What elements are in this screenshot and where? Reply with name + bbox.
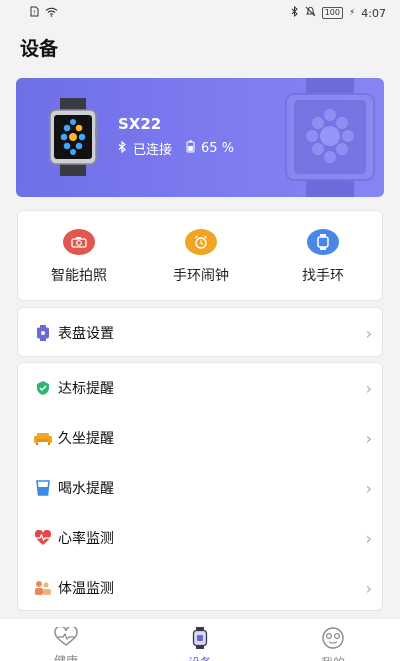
heart-rate-icon [34,529,52,547]
list-item-label: 喝水提醒 [58,481,114,497]
nav-profile[interactable]: 我的 [293,627,373,661]
quick-actions-panel: 智能拍照 手环闹钟 找手环 [17,210,383,301]
find-band-label: 找手环 [302,268,344,284]
nav-health-label: 健康 [53,654,78,661]
shield-check-icon [34,379,52,397]
svg-text:!: ! [33,10,35,17]
goal-reminder-row[interactable]: 达标提醒 › [18,363,384,413]
list-item-label: 达标提醒 [58,381,114,397]
connection-status: 已连接 [133,143,173,158]
settings-list: 达标提醒 › 久坐提醒 › 喝水提醒 › 心率监测 › 体温监测 › [17,362,383,611]
sedentary-reminder-row[interactable]: 久坐提醒 › [18,413,384,463]
nav-health[interactable]: 健康 [26,625,106,661]
chevron-right-icon: › [365,323,372,343]
dial-setting-label: 表盘设置 [58,326,114,342]
sofa-icon [34,429,52,447]
temperature-row[interactable]: 体温监测 › [18,563,384,613]
battery-indicator: 100 [321,7,343,19]
list-item-label: 体温监测 [58,581,114,597]
alarm-clock-icon [185,229,217,255]
device-name: SX22 [118,115,162,133]
chevron-right-icon: › [365,528,372,548]
bluetooth-icon [291,5,299,20]
camera-icon [63,229,95,255]
dial-setting-row[interactable]: 表盘设置 › [18,308,384,358]
watch-face-icon [34,324,52,342]
nav-device[interactable]: 设备 [160,627,240,661]
status-time: 4:07 [361,6,386,20]
sim-icon: ! [30,6,39,20]
bluetooth-icon [118,140,127,157]
band-alarm-label: 手环闹钟 [173,268,229,284]
nav-profile-label: 我的 [293,654,373,661]
bottom-nav: 健康 设备 我的 [0,618,400,661]
device-battery: 65 % [201,141,235,156]
list-item-label: 心率监测 [58,531,114,547]
device-status: 已连接 65 % [118,139,234,158]
dial-setting-panel: 表盘设置 › [17,307,383,357]
battery-icon [186,140,195,157]
smart-photo-label: 智能拍照 [51,268,107,284]
heart-rate-row[interactable]: 心率监测 › [18,513,384,563]
find-band-button[interactable]: 找手环 [268,229,378,285]
wifi-icon [45,7,58,20]
profile-icon [320,627,346,652]
nav-device-label: 设备 [160,654,240,661]
smartwatch-icon [48,98,98,180]
chevron-right-icon: › [365,578,372,598]
chevron-right-icon: › [365,428,372,448]
cup-icon [34,479,52,497]
list-item-label: 久坐提醒 [58,431,114,447]
status-bar: ! 100 ⚡ 4:07 [0,0,400,26]
smart-photo-button[interactable]: 智能拍照 [24,229,134,285]
watch-watermark-icon [282,78,378,197]
chevron-right-icon: › [365,378,372,398]
page-title: 设备 [20,38,59,60]
heart-icon [53,625,79,650]
drink-reminder-row[interactable]: 喝水提醒 › [18,463,384,513]
mute-bell-icon [305,6,316,20]
temperature-icon [34,579,52,597]
band-alarm-button[interactable]: 手环闹钟 [146,229,256,285]
band-icon [307,229,339,255]
chevron-right-icon: › [365,478,372,498]
charging-icon: ⚡ [348,8,356,18]
watch-icon [192,627,208,652]
